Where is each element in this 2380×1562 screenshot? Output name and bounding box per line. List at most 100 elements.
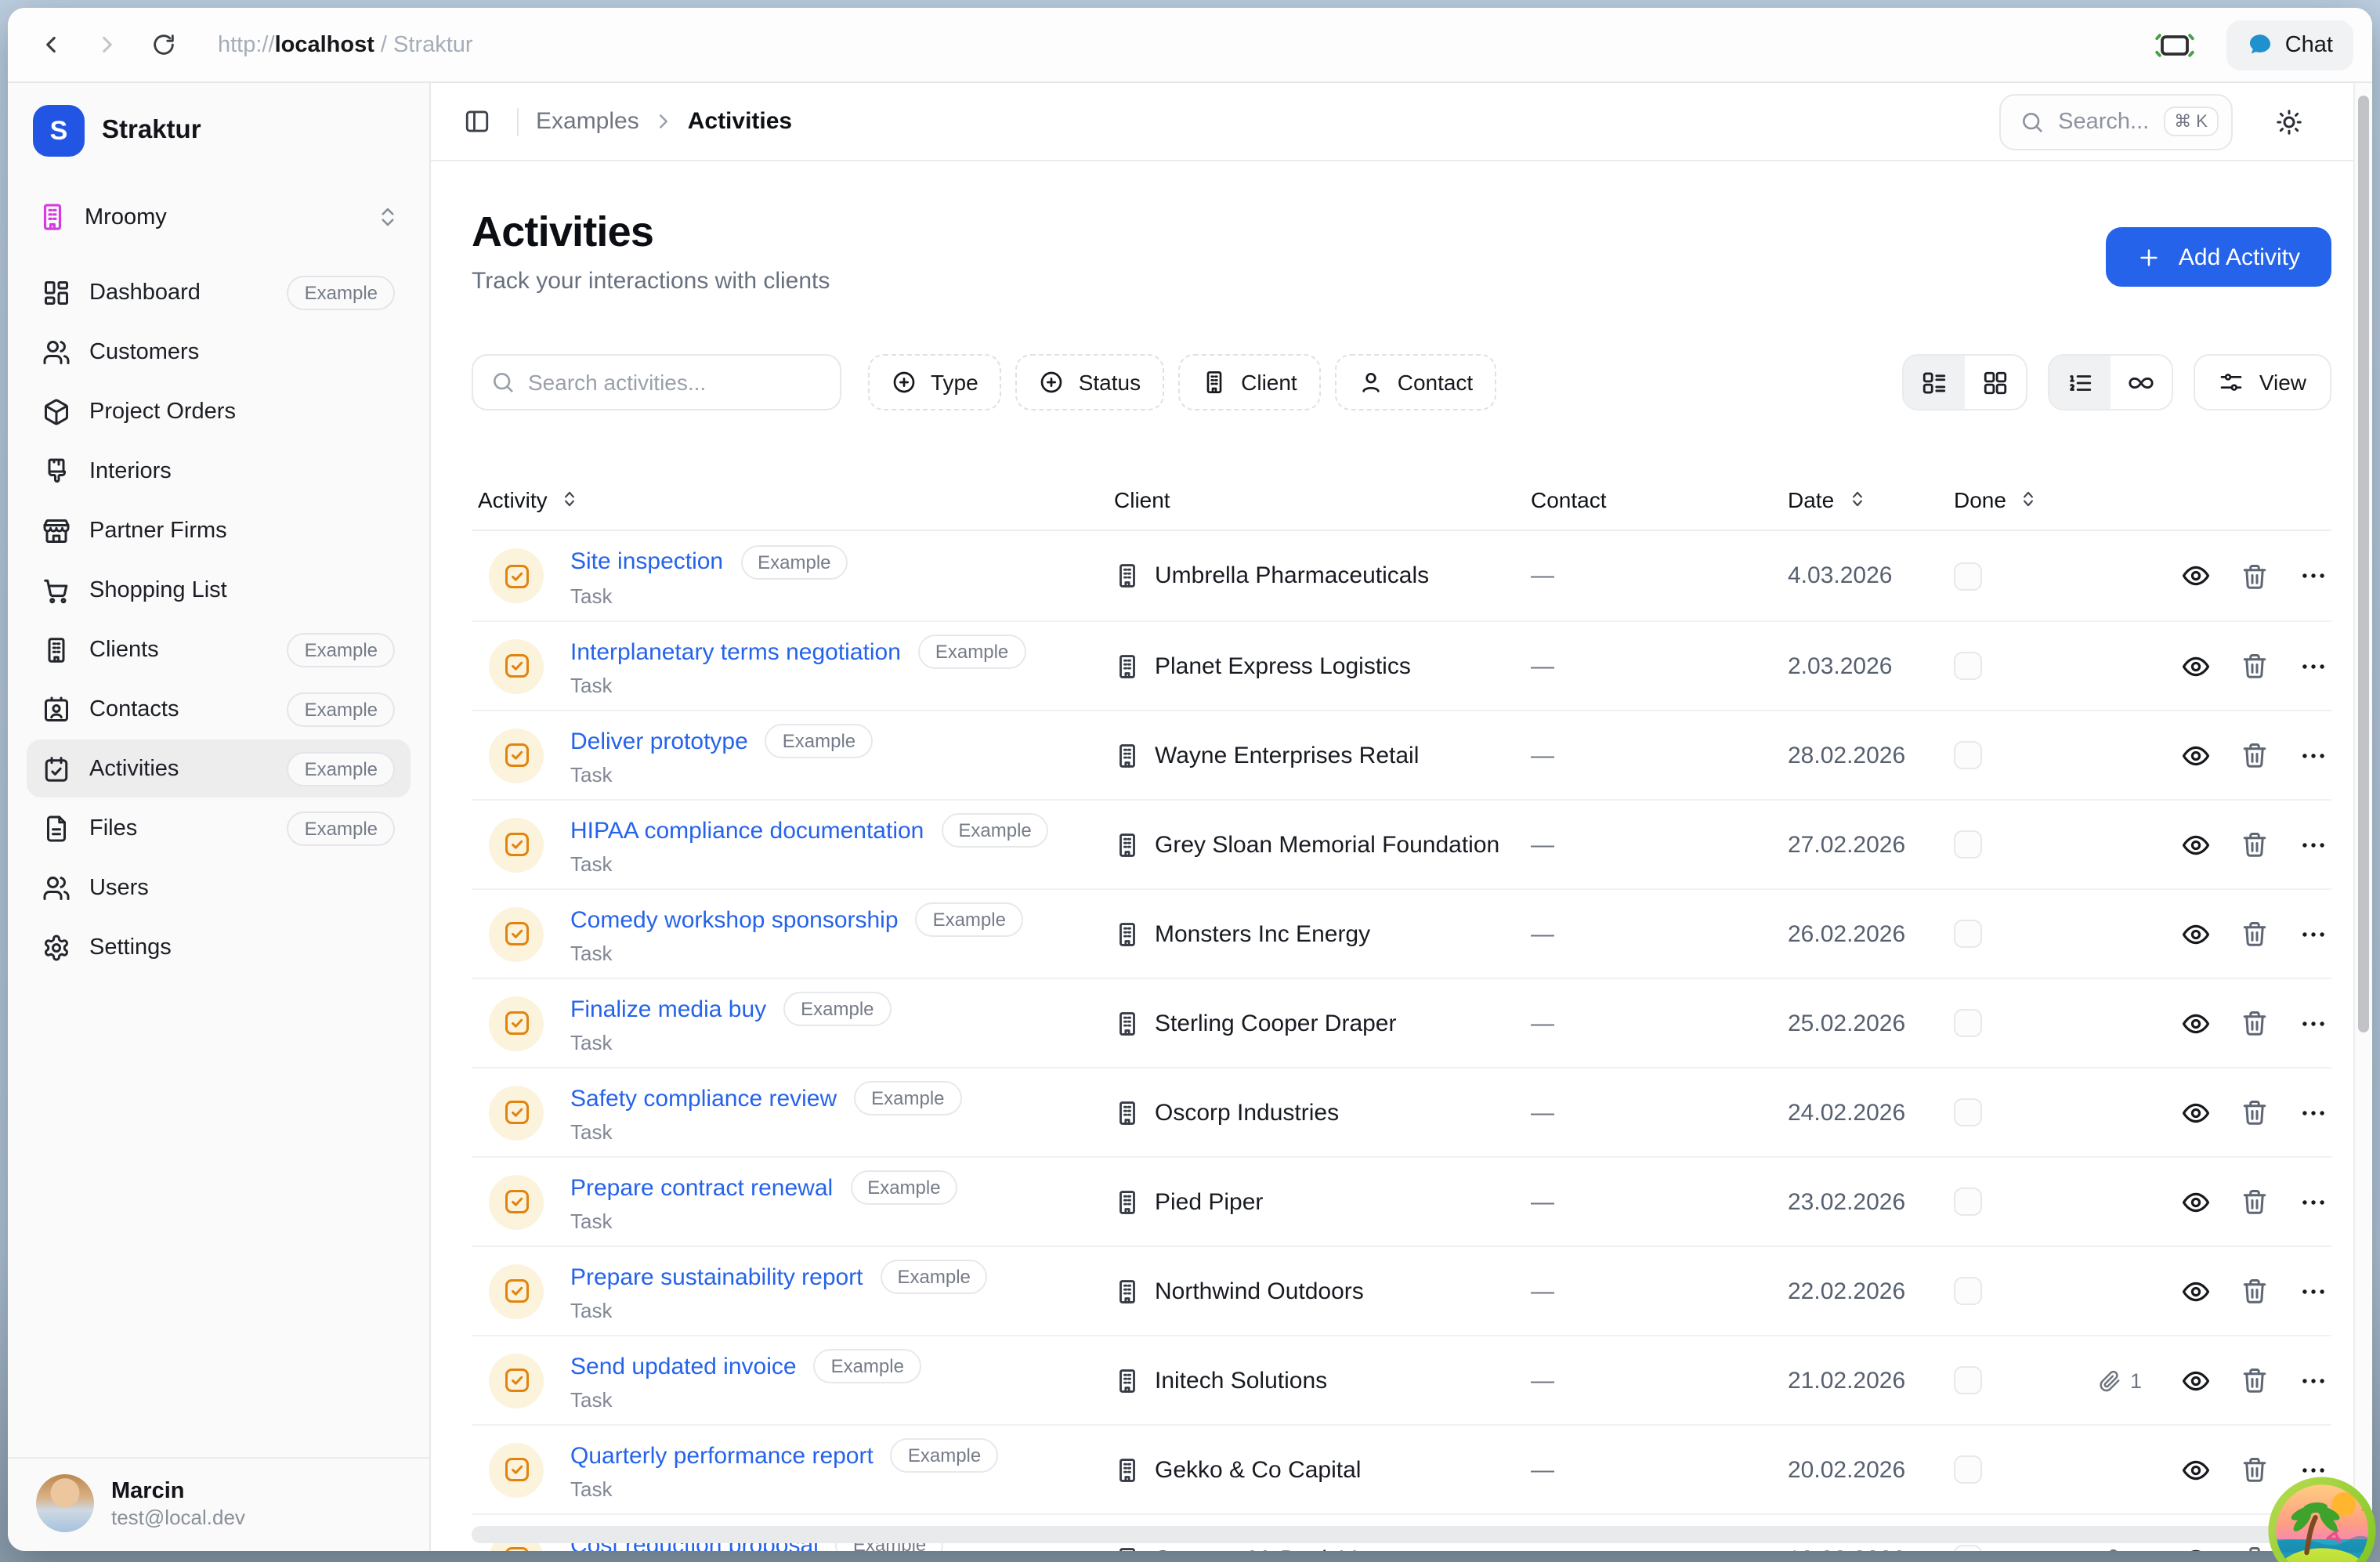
delete-row-button[interactable] — [2241, 562, 2269, 590]
sidebar-item-customers[interactable]: Customers — [27, 323, 411, 381]
activity-title[interactable]: Prepare sustainability report — [570, 1264, 863, 1290]
filter-chip-type[interactable]: Type — [868, 354, 1002, 410]
done-checkbox[interactable] — [1954, 920, 1982, 948]
row-menu-button[interactable] — [2299, 1008, 2328, 1038]
row-menu-button[interactable] — [2299, 1365, 2328, 1395]
done-checkbox[interactable] — [1954, 1455, 1982, 1484]
delete-row-button[interactable] — [2241, 652, 2269, 680]
breadcrumb-parent[interactable]: Examples — [536, 108, 639, 135]
row-menu-button[interactable] — [2299, 561, 2328, 591]
tropical-island-badge[interactable] — [2267, 1476, 2377, 1562]
view-row-button[interactable] — [2181, 830, 2211, 859]
row-menu-button[interactable] — [2299, 740, 2328, 770]
column-header-date[interactable]: Date — [1788, 486, 1954, 512]
done-checkbox[interactable] — [1954, 562, 1982, 590]
view-row-button[interactable] — [2181, 1455, 2211, 1484]
address-bar[interactable]: http://localhost / Straktur — [218, 32, 473, 57]
activity-title[interactable]: Site inspection — [570, 548, 723, 575]
column-header-activity[interactable]: Activity — [472, 486, 1114, 512]
done-checkbox[interactable] — [1954, 741, 1982, 769]
scrollbar-thumb[interactable] — [2358, 96, 2369, 1032]
user-menu[interactable]: Marcin test@local.dev — [8, 1457, 429, 1551]
sidebar-item-activities[interactable]: Activities Example — [27, 739, 411, 797]
sidebar-item-project-orders[interactable]: Project Orders — [27, 382, 411, 440]
sidebar-item-users[interactable]: Users — [27, 859, 411, 917]
sidebar-item-settings[interactable]: Settings — [27, 918, 411, 976]
activity-title[interactable]: Send updated invoice — [570, 1353, 797, 1379]
chat-button[interactable]: Chat — [2227, 20, 2353, 70]
view-row-button[interactable] — [2181, 1008, 2211, 1038]
view-row-button[interactable] — [2181, 651, 2211, 681]
row-menu-button[interactable] — [2299, 1187, 2328, 1217]
theme-toggle-button[interactable] — [2262, 95, 2316, 148]
view-row-button[interactable] — [2181, 1365, 2211, 1395]
grid-view-button[interactable] — [1965, 356, 2026, 409]
activity-title[interactable]: Prepare contract renewal — [570, 1174, 833, 1201]
delete-row-button[interactable] — [2241, 920, 2269, 948]
activity-title[interactable]: HIPAA compliance documentation — [570, 817, 924, 844]
view-row-button[interactable] — [2181, 1276, 2211, 1306]
done-checkbox[interactable] — [1954, 830, 1982, 859]
sidebar-item-clients[interactable]: Clients Example — [27, 620, 411, 678]
row-menu-button[interactable] — [2299, 919, 2328, 949]
workspace-selector[interactable]: Mroomy — [27, 194, 411, 240]
column-header-done[interactable]: Done — [1954, 486, 2045, 512]
sidebar-item-dashboard[interactable]: Dashboard Example — [27, 263, 411, 321]
row-menu-button[interactable] — [2299, 1276, 2328, 1306]
row-menu-button[interactable] — [2299, 1097, 2328, 1127]
sidebar-toggle-button[interactable] — [453, 98, 500, 145]
delete-row-button[interactable] — [2241, 830, 2269, 859]
done-checkbox[interactable] — [1954, 1277, 1982, 1305]
view-row-button[interactable] — [2181, 561, 2211, 591]
filter-chip-status[interactable]: Status — [1016, 354, 1164, 410]
delete-row-button[interactable] — [2241, 1188, 2269, 1216]
delete-row-button[interactable] — [2241, 1009, 2269, 1037]
refresh-button[interactable] — [139, 21, 186, 68]
row-menu-button[interactable] — [2299, 651, 2328, 681]
activity-title[interactable]: Deliver prototype — [570, 728, 748, 754]
done-checkbox[interactable] — [1954, 1009, 1982, 1037]
activity-title[interactable]: Quarterly performance report — [570, 1442, 874, 1469]
filter-chip-contact[interactable]: Contact — [1335, 354, 1497, 410]
infinite-scroll-button[interactable] — [2111, 356, 2172, 409]
activity-title[interactable]: Comedy workshop sponsorship — [570, 906, 899, 933]
view-row-button[interactable] — [2181, 1187, 2211, 1217]
sidebar-item-contacts[interactable]: Contacts Example — [27, 680, 411, 738]
view-options-button[interactable]: View — [2194, 354, 2331, 410]
done-checkbox[interactable] — [1954, 1098, 1982, 1126]
activities-search[interactable] — [472, 354, 841, 410]
paged-list-button[interactable] — [2049, 356, 2111, 409]
sidebar-item-files[interactable]: Files Example — [27, 799, 411, 857]
activities-search-input[interactable] — [528, 370, 823, 395]
done-checkbox[interactable] — [1954, 1188, 1982, 1216]
delete-row-button[interactable] — [2241, 1545, 2269, 1551]
forward-button[interactable] — [83, 21, 130, 68]
view-row-button[interactable] — [2181, 1097, 2211, 1127]
vertical-scrollbar[interactable] — [2353, 83, 2372, 1551]
back-button[interactable] — [27, 21, 74, 68]
view-row-button[interactable] — [2181, 919, 2211, 949]
done-checkbox[interactable] — [1954, 1545, 1982, 1551]
activity-title[interactable]: Finalize media buy — [570, 996, 766, 1022]
delete-row-button[interactable] — [2241, 1455, 2269, 1484]
row-menu-button[interactable] — [2299, 830, 2328, 859]
view-row-button[interactable] — [2181, 740, 2211, 770]
list-view-button[interactable] — [1904, 356, 1965, 409]
global-search-button[interactable]: Search... ⌘ K — [1998, 93, 2233, 150]
delete-row-button[interactable] — [2241, 741, 2269, 769]
delete-row-button[interactable] — [2241, 1366, 2269, 1394]
view-row-button[interactable] — [2181, 1544, 2211, 1551]
screen-capture-icon[interactable] — [2155, 27, 2196, 62]
activity-title[interactable]: Interplanetary terms negotiation — [570, 638, 901, 665]
add-activity-button[interactable]: Add Activity — [2107, 227, 2331, 287]
delete-row-button[interactable] — [2241, 1098, 2269, 1126]
sidebar-item-interiors[interactable]: Interiors — [27, 442, 411, 500]
sidebar-item-partner-firms[interactable]: Partner Firms — [27, 501, 411, 559]
horizontal-scrollbar[interactable] — [472, 1526, 2335, 1543]
done-checkbox[interactable] — [1954, 1366, 1982, 1394]
sidebar-item-shopping-list[interactable]: Shopping List — [27, 561, 411, 619]
delete-row-button[interactable] — [2241, 1277, 2269, 1305]
filter-chip-client[interactable]: Client — [1178, 354, 1321, 410]
activity-title[interactable]: Safety compliance review — [570, 1085, 837, 1112]
done-checkbox[interactable] — [1954, 652, 1982, 680]
